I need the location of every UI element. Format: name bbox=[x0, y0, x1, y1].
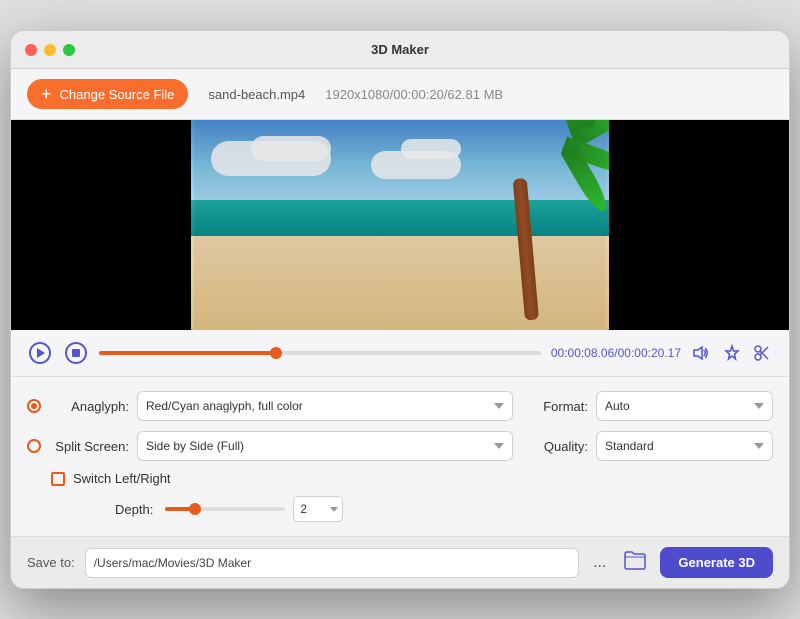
maximize-button[interactable] bbox=[63, 44, 75, 56]
settings-area: Anaglyph: Red/Cyan anaglyph, full color … bbox=[11, 377, 789, 536]
anaglyph-radio[interactable] bbox=[27, 399, 41, 413]
anaglyph-row: Anaglyph: Red/Cyan anaglyph, full color bbox=[27, 391, 513, 421]
depth-slider-thumb bbox=[189, 503, 201, 515]
stop-button[interactable] bbox=[63, 340, 89, 366]
video-preview-area bbox=[11, 120, 789, 330]
volume-button[interactable] bbox=[691, 343, 713, 363]
quality-label: Quality: bbox=[533, 439, 588, 454]
toolbar: + Change Source File sand-beach.mp4 1920… bbox=[11, 69, 789, 120]
plus-icon: + bbox=[41, 85, 52, 103]
anaglyph-red-shift bbox=[194, 120, 609, 330]
folder-icon bbox=[624, 550, 646, 570]
anaglyph-select[interactable]: Red/Cyan anaglyph, full color bbox=[137, 391, 513, 421]
file-meta: 1920x1080/00:00:20/62.81 MB bbox=[325, 87, 503, 102]
file-name: sand-beach.mp4 bbox=[208, 87, 305, 102]
switch-lr-label: Switch Left/Right bbox=[73, 471, 171, 486]
switch-lr-checkbox[interactable] bbox=[51, 472, 65, 486]
title-bar: 3D Maker bbox=[11, 31, 789, 69]
time-current: 00:00:08.06 bbox=[551, 346, 614, 360]
time-display: 00:00:08.06/00:00:20.17 bbox=[551, 346, 681, 360]
format-select[interactable]: Auto bbox=[596, 391, 773, 421]
format-label: Format: bbox=[533, 399, 588, 414]
progress-thumb bbox=[270, 347, 282, 359]
scissors-button[interactable] bbox=[751, 342, 773, 364]
window-title: 3D Maker bbox=[371, 42, 429, 57]
footer-bar: Save to: /Users/mac/Movies/3D Maker ... … bbox=[11, 536, 789, 588]
progress-bar[interactable] bbox=[99, 351, 541, 355]
change-source-label: Change Source File bbox=[60, 87, 175, 102]
main-window: 3D Maker + Change Source File sand-beach… bbox=[10, 30, 790, 589]
open-folder-button[interactable] bbox=[620, 548, 650, 577]
close-button[interactable] bbox=[25, 44, 37, 56]
time-total: 00:00:20.17 bbox=[618, 346, 681, 360]
stop-square-icon bbox=[72, 349, 80, 357]
video-black-right bbox=[609, 120, 789, 330]
play-button[interactable] bbox=[27, 340, 53, 366]
scissors-icon bbox=[753, 344, 771, 362]
play-triangle-icon bbox=[37, 348, 45, 358]
generate-button[interactable]: Generate 3D bbox=[660, 547, 773, 578]
depth-slider[interactable] bbox=[165, 507, 285, 511]
anaglyph-label: Anaglyph: bbox=[49, 399, 129, 414]
settings-right-panel: Format: Auto Quality: Standard bbox=[533, 391, 773, 522]
format-row: Format: Auto bbox=[533, 391, 773, 421]
settings-left-panel: Anaglyph: Red/Cyan anaglyph, full color … bbox=[27, 391, 513, 522]
split-screen-row: Split Screen: Side by Side (Full) bbox=[27, 431, 513, 461]
change-source-button[interactable]: + Change Source File bbox=[27, 79, 188, 109]
quality-row: Quality: Standard bbox=[533, 431, 773, 461]
speaker-icon bbox=[693, 345, 711, 361]
radio-dot-inner bbox=[31, 403, 37, 409]
depth-label: Depth: bbox=[115, 502, 153, 517]
depth-value-select[interactable]: 2 bbox=[293, 496, 343, 522]
video-black-left bbox=[11, 120, 191, 330]
minimize-button[interactable] bbox=[44, 44, 56, 56]
quality-select[interactable]: Standard bbox=[596, 431, 773, 461]
play-icon bbox=[29, 342, 51, 364]
effects-button[interactable] bbox=[721, 342, 743, 364]
star-icon bbox=[723, 344, 741, 362]
switch-lr-row: Switch Left/Right bbox=[51, 471, 513, 486]
depth-row: Depth: 2 bbox=[115, 496, 513, 522]
stop-icon bbox=[65, 342, 87, 364]
browse-dots-button[interactable]: ... bbox=[589, 552, 610, 574]
player-controls: 00:00:08.06/00:00:20.17 bbox=[11, 330, 789, 377]
save-path-display: /Users/mac/Movies/3D Maker bbox=[85, 548, 579, 578]
control-icons bbox=[691, 342, 773, 364]
traffic-lights bbox=[25, 44, 75, 56]
split-screen-radio[interactable] bbox=[27, 439, 41, 453]
split-screen-label: Split Screen: bbox=[49, 439, 129, 454]
save-to-label: Save to: bbox=[27, 555, 75, 570]
progress-fill bbox=[99, 351, 276, 355]
split-screen-select[interactable]: Side by Side (Full) bbox=[137, 431, 513, 461]
beach-scene bbox=[191, 120, 609, 330]
